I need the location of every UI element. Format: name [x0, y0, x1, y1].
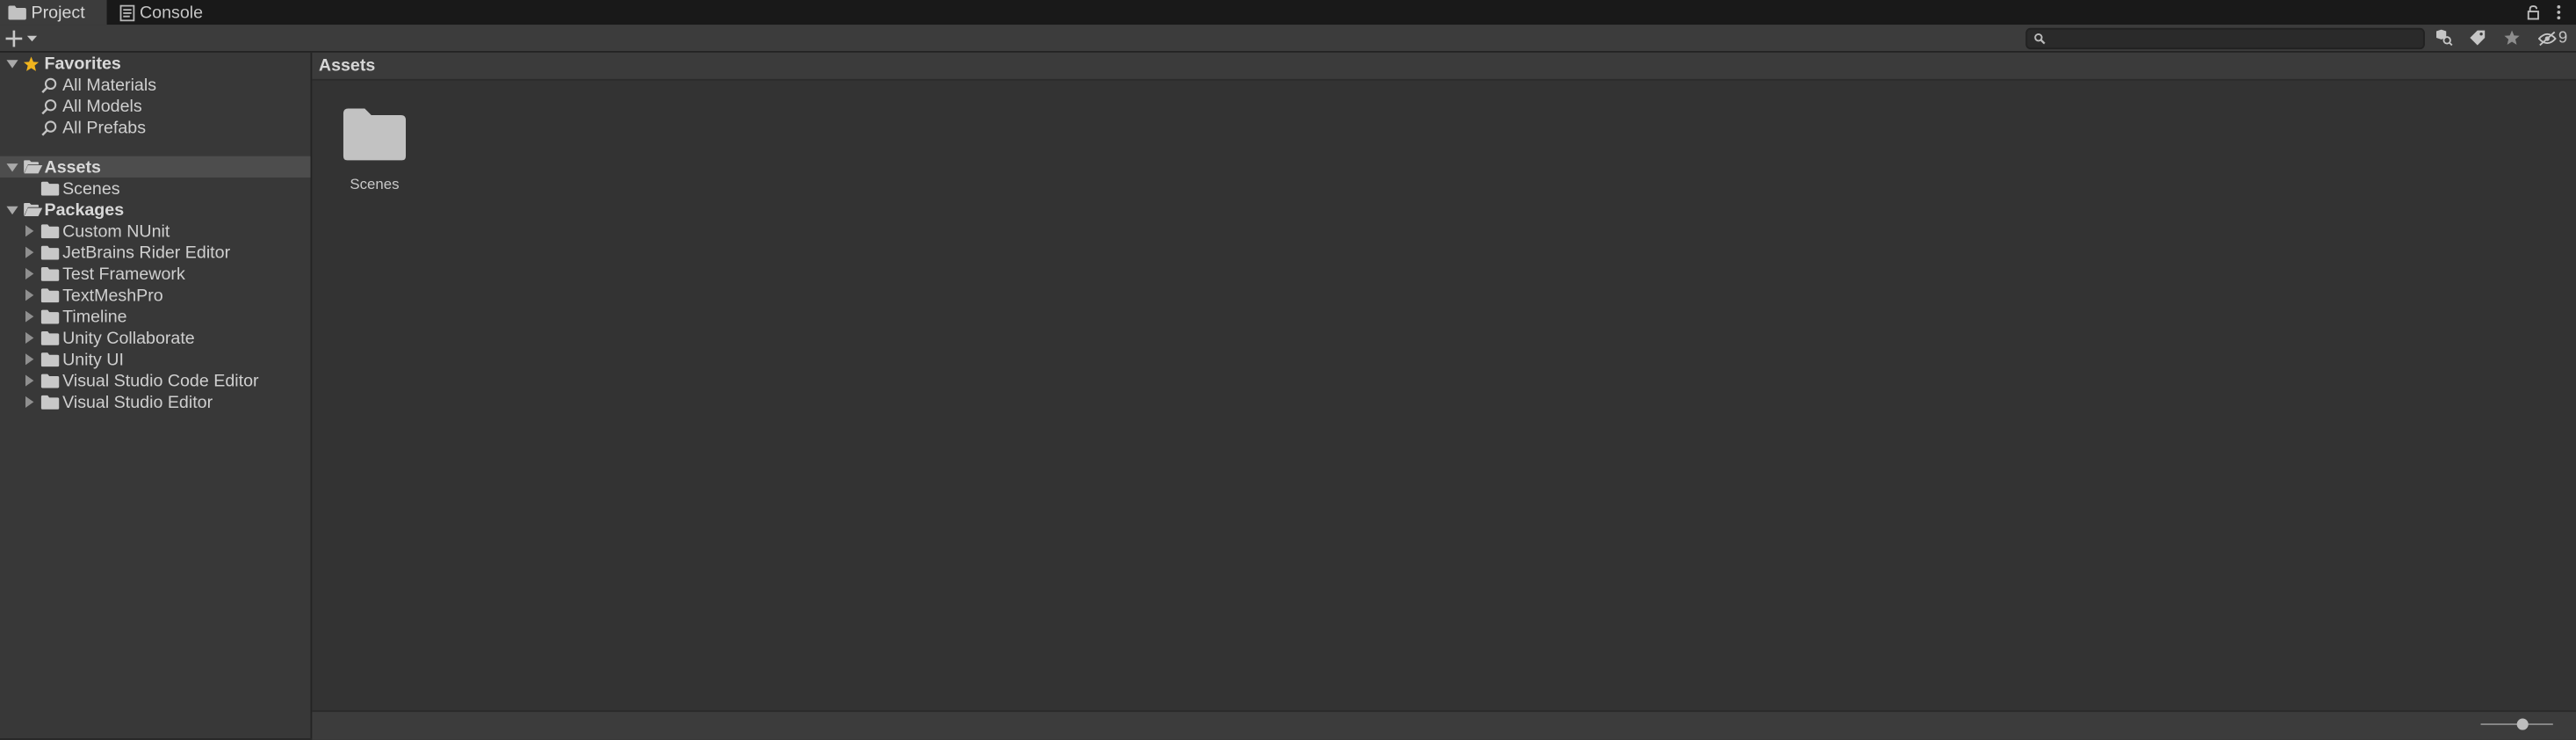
save-search-button[interactable]: [2499, 26, 2525, 49]
foldout-collapsed-icon[interactable]: [23, 263, 36, 284]
slider-thumb[interactable]: [2516, 718, 2529, 730]
tree-item-label: Unity UI: [62, 349, 124, 369]
tree-item-assets[interactable]: Assets: [0, 156, 311, 178]
folder-icon: [40, 391, 60, 412]
lock-icon[interactable]: [2525, 2, 2542, 23]
foldout-expanded-icon[interactable]: [5, 53, 18, 74]
tree-item-label: Assets: [44, 156, 101, 178]
tree-item-package[interactable]: Unity UI: [0, 349, 311, 370]
search-field[interactable]: [2025, 27, 2425, 50]
create-button[interactable]: [5, 26, 45, 49]
more-options-icon[interactable]: [2550, 2, 2566, 23]
foldout-expanded-icon[interactable]: [5, 156, 18, 178]
folder-icon: [40, 349, 60, 370]
search-icon: [2034, 33, 2046, 45]
tree-item-package[interactable]: Unity Collaborate: [0, 327, 311, 348]
tree-item-package[interactable]: Timeline: [0, 306, 311, 327]
star-icon: [2504, 30, 2521, 47]
folder-open-icon: [23, 156, 43, 178]
tree-item-packages[interactable]: Packages: [0, 199, 311, 220]
foldout-collapsed-icon[interactable]: [23, 242, 36, 263]
asset-item-scenes[interactable]: Scenes: [340, 107, 409, 200]
foldout-collapsed-icon[interactable]: [23, 349, 36, 370]
breadcrumb-item-assets[interactable]: Assets: [319, 56, 375, 76]
favorite-item-all-models[interactable]: All Models: [0, 96, 311, 117]
tree-item-label: All Materials: [62, 75, 157, 95]
folder-icon: [40, 306, 60, 327]
label-tag-icon: [2469, 30, 2486, 47]
folder-icon: [40, 221, 60, 242]
search-by-label-button[interactable]: [2464, 26, 2491, 49]
tree-item-label: Visual Studio Code Editor: [62, 370, 259, 391]
tree-item-favorites[interactable]: Favorites: [0, 53, 311, 74]
folder-open-icon: [23, 199, 43, 220]
icon-size-slider[interactable]: [2480, 718, 2553, 730]
folder-icon: [40, 370, 60, 391]
foldout-collapsed-icon[interactable]: [23, 285, 36, 306]
folder-icon: [40, 327, 60, 348]
project-window: Project Console 9 Favorites All Material…: [0, 0, 2576, 740]
tree-item-label: All Prefabs: [62, 117, 147, 138]
tab-strip: Project Console: [0, 0, 2576, 25]
tree-item-label: Visual Studio Editor: [62, 392, 213, 412]
search-by-type-button[interactable]: [2430, 26, 2457, 49]
status-bar: [312, 710, 2576, 740]
eye-slash-icon: [2538, 30, 2557, 46]
dropdown-arrow-icon: [26, 33, 38, 41]
tree-item-label: Test Framework: [62, 264, 185, 284]
tree-item-label: All Models: [62, 96, 142, 116]
tree-item-label: Packages: [44, 200, 125, 220]
tree-item-label: Unity Collaborate: [62, 328, 195, 348]
folder-icon: [40, 178, 60, 199]
search-by-type-icon: [2434, 29, 2452, 47]
folder-tree-panel: Favorites All Materials All Models All P…: [0, 52, 313, 738]
foldout-collapsed-icon[interactable]: [23, 306, 36, 327]
tree-item-label: Timeline: [62, 306, 127, 327]
tree-item-package[interactable]: Test Framework: [0, 263, 311, 284]
tree-item-package[interactable]: TextMeshPro: [0, 285, 311, 306]
tree-item-label: JetBrains Rider Editor: [62, 242, 231, 263]
favorite-item-all-materials[interactable]: All Materials: [0, 74, 311, 95]
folder-icon: [40, 242, 60, 263]
tree-item-package[interactable]: Custom NUnit: [0, 221, 311, 242]
tab-console[interactable]: Console: [117, 0, 215, 25]
foldout-collapsed-icon[interactable]: [23, 370, 36, 391]
favorite-item-all-prefabs[interactable]: All Prefabs: [0, 117, 311, 138]
folder-content-panel: Assets Scenes: [312, 52, 2576, 740]
foldout-collapsed-icon[interactable]: [23, 391, 36, 412]
folder-large-icon: [342, 107, 408, 162]
project-toolbar: 9: [0, 25, 2576, 53]
tree-item-label: Custom NUnit: [62, 221, 170, 242]
folder-icon: [8, 5, 26, 20]
foldout-collapsed-icon[interactable]: [23, 327, 36, 348]
foldout-collapsed-icon[interactable]: [23, 221, 36, 242]
tree-item-scenes[interactable]: Scenes: [0, 178, 311, 199]
tree-item-label: Scenes: [62, 178, 120, 199]
search-icon: [41, 74, 58, 95]
tree-item-label: Favorites: [44, 53, 121, 74]
foldout-expanded-icon[interactable]: [5, 199, 18, 220]
tree-item-label: TextMeshPro: [62, 285, 163, 306]
tree-item-package[interactable]: Visual Studio Code Editor: [0, 370, 311, 391]
search-icon: [41, 96, 58, 117]
hidden-packages-count: 9: [2558, 28, 2568, 47]
search-input[interactable]: [2045, 29, 2421, 48]
tab-project[interactable]: Project: [0, 0, 107, 25]
tree-item-package[interactable]: JetBrains Rider Editor: [0, 242, 311, 263]
folder-icon: [40, 263, 60, 284]
tree-item-package[interactable]: Visual Studio Editor: [0, 391, 311, 412]
search-icon: [41, 117, 58, 138]
tab-project-label: Project: [31, 2, 85, 23]
favorite-star-icon: [23, 53, 40, 74]
toggle-hidden-packages-button[interactable]: 9: [2533, 26, 2572, 49]
breadcrumb: Assets: [312, 52, 2576, 81]
folder-icon: [40, 285, 60, 306]
asset-item-label: Scenes: [350, 176, 400, 192]
plus-icon: [5, 29, 24, 47]
tab-console-label: Console: [139, 2, 204, 23]
console-icon: [119, 4, 135, 21]
